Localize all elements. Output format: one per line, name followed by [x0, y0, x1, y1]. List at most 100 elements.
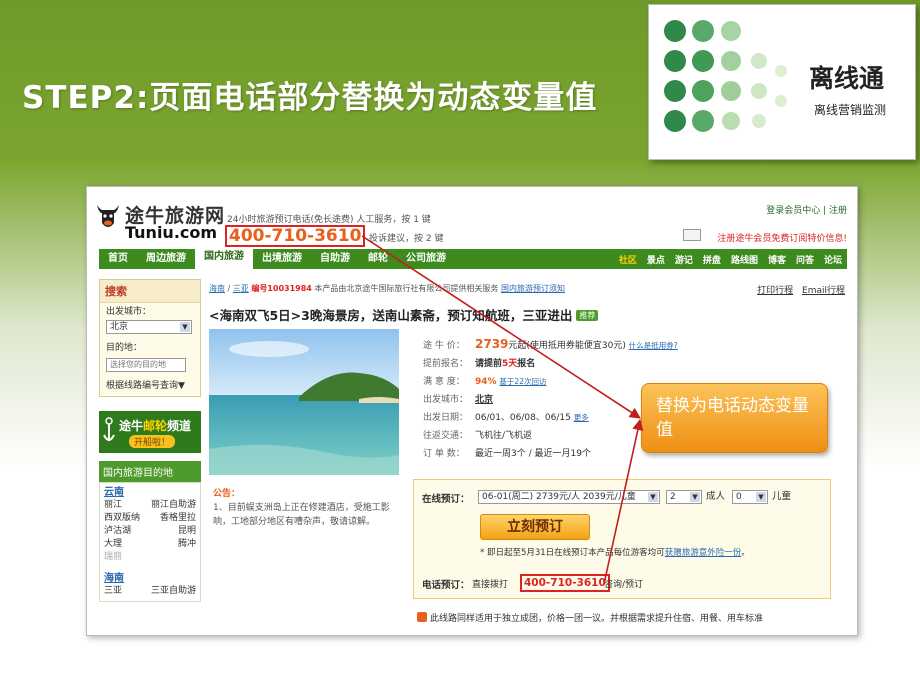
- brand-subtitle: 离线营销监测: [814, 103, 887, 117]
- nav-community-label[interactable]: 社区: [614, 253, 642, 266]
- complaint-text: 投诉建议，按 2 键: [369, 234, 444, 244]
- destination-label: 目的地：: [106, 343, 143, 353]
- notice-title: 公告：: [213, 489, 241, 499]
- date-select[interactable]: 06-01(周二) 2739元/人 2039元/儿童 ▼: [478, 490, 660, 504]
- dest-link[interactable]: 泸沽湖: [104, 525, 131, 538]
- chevron-down-icon: ▼: [690, 492, 700, 502]
- review-link[interactable]: 基于22次回访: [499, 377, 546, 386]
- print-itinerary-link[interactable]: 打印行程: [757, 286, 793, 296]
- nav-nearby[interactable]: 周边旅游: [137, 249, 195, 269]
- dest-link[interactable]: 腾冲: [178, 538, 196, 551]
- nav-travelogue[interactable]: 游记: [670, 253, 698, 266]
- nav-blog[interactable]: 博客: [763, 253, 791, 266]
- search-panel: 搜索 出发城市： 北京 ▼ 目的地： 选择您的目的地 根据线路编号查询▼: [99, 279, 201, 397]
- nav-group[interactable]: 拼盘: [698, 253, 726, 266]
- site-logo-en[interactable]: Tuniu.com: [125, 223, 217, 242]
- province-link[interactable]: 云南: [104, 486, 196, 499]
- price-note: 元起(使用抵用券能便宜30元): [508, 341, 626, 351]
- booking-phone-number: 400-710-3610: [520, 574, 610, 592]
- dates-label: 出发日期：: [423, 413, 469, 423]
- promo-link[interactable]: 注册途牛会员免费订阅特价信息!: [717, 231, 847, 244]
- breadcrumb-city[interactable]: 三亚: [233, 284, 249, 293]
- notice-body: 1、目前蜈支洲岛上正在修建酒店，受施工影响，工地部分地区有嘈杂声，敬请谅解。: [213, 503, 390, 527]
- search-title: 搜索: [100, 280, 200, 303]
- children-label: 儿童: [772, 491, 792, 502]
- left-sidebar: 搜索 出发城市： 北京 ▼ 目的地： 选择您的目的地 根据线路编号查询▼ 途牛邮…: [99, 279, 201, 635]
- cruise-title-c: 频道: [167, 419, 192, 433]
- dest-link[interactable]: 西双版纳: [104, 512, 140, 525]
- dest-link[interactable]: 丽江自助游: [151, 499, 196, 512]
- breadcrumb-province[interactable]: 海南: [209, 284, 225, 293]
- recommend-tag: 推荐: [576, 310, 599, 321]
- nav-cruise[interactable]: 邮轮: [359, 249, 397, 269]
- destinations-header: 国内旅游目的地: [99, 461, 201, 482]
- advance-a: 请提前: [475, 359, 503, 369]
- nav-corporate[interactable]: 公司旅游: [397, 249, 455, 269]
- insurance-note: * 即日起至5月31日在线预订本产品每位游客均可获赠旅游意外险一份。: [480, 546, 750, 558]
- advance-c: 报名: [517, 359, 536, 369]
- nav-community: 社区 景点 游记 拼盘 路线图 博客 问答 论坛: [614, 253, 847, 266]
- voucher-link[interactable]: 什么是抵用券?: [629, 341, 678, 350]
- dest-link[interactable]: 昆明: [178, 525, 196, 538]
- email-itinerary-link[interactable]: Email行程: [802, 286, 845, 296]
- depart-city-link[interactable]: 北京: [475, 395, 493, 405]
- product-title-text: <海南双飞5日>3晚海景房，送南山素斋，预订知航班，三亚进出: [209, 308, 573, 323]
- nav-qa[interactable]: 问答: [791, 253, 819, 266]
- site-header: 途牛旅游网 Tuniu.com 24小时旅游预订电话(免长途费) 人工服务，按 …: [87, 187, 857, 247]
- advance-row: 提前报名： 请提前5天报名: [423, 355, 743, 373]
- cruise-banner-title: 途牛邮轮频道: [119, 417, 191, 434]
- dest-link[interactable]: 瑞丽: [104, 551, 196, 564]
- children-select[interactable]: 0 ▼: [732, 490, 768, 504]
- dest-link[interactable]: 三亚: [104, 585, 122, 598]
- list-item: 泸沽湖 昆明: [104, 525, 196, 538]
- cruise-banner[interactable]: 途牛邮轮频道 开船啦！: [99, 411, 201, 453]
- anchor-icon: [103, 417, 115, 441]
- insurance-link[interactable]: 获赠旅游意外险一份: [665, 548, 742, 558]
- satisfaction-label: 满 意 度：: [423, 377, 465, 387]
- book-now-button[interactable]: 立刻预订: [480, 514, 590, 540]
- advance-label: 提前报名：: [423, 359, 469, 369]
- chevron-down-icon: ▼: [756, 492, 766, 502]
- nav-forum[interactable]: 论坛: [819, 253, 847, 266]
- adults-select[interactable]: 2 ▼: [666, 490, 702, 504]
- cruise-title-a: 途牛: [119, 419, 144, 433]
- list-item: 丽江 丽江自助游: [104, 499, 196, 512]
- dates-value: 06/01、06/08、06/15: [475, 413, 571, 423]
- header-phone-number: 400-710-3610: [225, 225, 366, 247]
- nav-home[interactable]: 首页: [99, 249, 137, 269]
- dot-pattern-logo: [664, 20, 787, 132]
- destinations-list: 云南 丽江 丽江自助游 西双版纳 香格里拉 泸沽湖 昆明 大理 腾冲 瑞丽 海南 三亚 三…: [99, 482, 201, 602]
- depart-city-value: 北京: [110, 322, 129, 332]
- nav-route-map[interactable]: 路线图: [726, 253, 763, 266]
- notice-link[interactable]: 国内旅游预订须知: [501, 284, 565, 293]
- id-query-link[interactable]: 根据线路编号查询▼: [106, 378, 185, 391]
- dest-link[interactable]: 大理: [104, 538, 122, 551]
- dest-link[interactable]: 香格里拉: [160, 512, 196, 525]
- nav-sights[interactable]: 景点: [642, 253, 670, 266]
- nav-domestic[interactable]: 国内旅游: [195, 247, 253, 269]
- phone-booking-label: 电话预订：: [422, 580, 470, 591]
- brand-name: 离线通: [809, 64, 885, 93]
- notice-panel: 公告： 1、目前蜈支洲岛上正在修建酒店，受施工影响，工地部分地区有嘈杂声，敬请谅…: [213, 487, 399, 529]
- group-tour-text: 此线路同样适用于独立成团，价格一团一议。并根据需求提升住宿、用餐、用车标准: [430, 614, 764, 624]
- price-label: 途 牛 价：: [423, 341, 465, 351]
- depart-city-select[interactable]: 北京 ▼: [106, 320, 192, 334]
- member-links[interactable]: 登录会员中心 | 注册: [766, 203, 847, 216]
- satisfaction-value: 94%: [475, 377, 497, 387]
- more-dates-link[interactable]: 更多: [574, 413, 589, 422]
- province-link[interactable]: 海南: [104, 572, 196, 585]
- dest-link[interactable]: 丽江: [104, 499, 122, 512]
- transport-value: 飞机往/飞机返: [475, 431, 533, 441]
- orders-label: 订 单 数：: [423, 449, 465, 459]
- dest-link[interactable]: 三亚自助游: [151, 585, 196, 598]
- price-value: 2739: [475, 337, 509, 351]
- price-row: 途 牛 价： 2739元起(使用抵用券能便宜30元) 什么是抵用券?: [423, 335, 743, 355]
- slide-title: STEP2:页面电话部分替换为动态变量值: [22, 80, 598, 116]
- date-option-value: 06-01(周二) 2739元/人 2039元/儿童: [482, 492, 636, 502]
- product-title: <海南双飞5日>3晚海景房，送南山素斋，预订知航班，三亚进出 推荐: [209, 305, 599, 324]
- nav-self-guided[interactable]: 自助游: [311, 249, 359, 269]
- product-id: 编号10031984: [251, 284, 312, 293]
- nav-outbound[interactable]: 出境旅游: [253, 249, 311, 269]
- destination-input[interactable]: 选择您的目的地: [106, 358, 186, 372]
- insurance-note-a: * 即日起至5月31日在线预订本产品每位游客均可: [480, 548, 665, 558]
